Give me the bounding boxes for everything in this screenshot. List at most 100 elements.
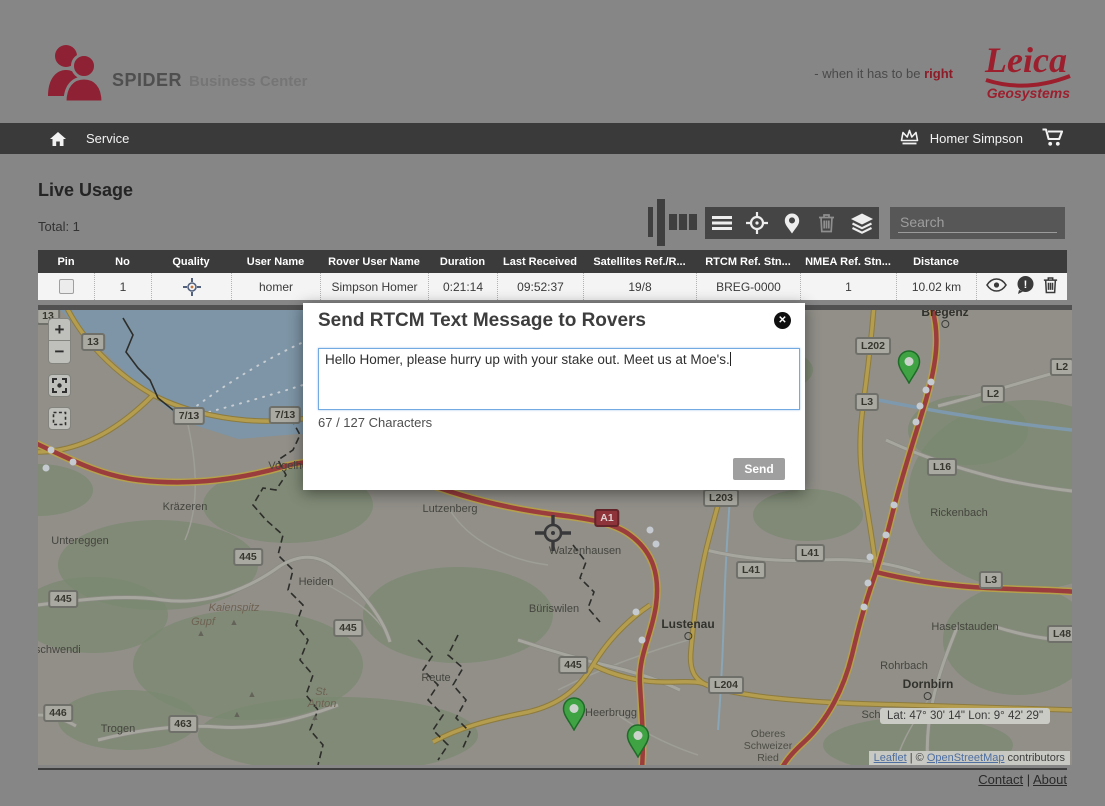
delete-icon[interactable]: [812, 210, 842, 236]
row-checkbox[interactable]: [59, 279, 74, 294]
cart-icon[interactable]: [1041, 127, 1065, 150]
location-pin-icon[interactable]: [777, 210, 807, 236]
road-badge: 445: [233, 548, 263, 566]
row-no: 1: [94, 273, 151, 300]
view-icon[interactable]: [986, 278, 1007, 295]
peak-icon: ▲: [248, 689, 257, 699]
tagline: - when it has to be right: [814, 66, 953, 81]
map-place-label: Trogen: [101, 723, 135, 735]
col-duration: Duration: [428, 250, 497, 273]
center-target-icon[interactable]: [742, 210, 772, 236]
map-place-label: Bregenz: [921, 306, 968, 328]
attribution-tail: contributors: [1004, 752, 1065, 764]
menu-icon[interactable]: [707, 210, 737, 236]
road-badge: 446: [43, 704, 73, 722]
message-input[interactable]: Hello Homer, please hurry up with your s…: [318, 348, 800, 410]
footer-divider: [38, 768, 1067, 770]
col-nmea-ref: NMEA Ref. Stn...: [800, 250, 896, 273]
col-pin: Pin: [38, 250, 94, 273]
live-usage-bars-icon[interactable]: [648, 199, 698, 251]
zoom-in-button[interactable]: +: [48, 318, 71, 341]
send-button[interactable]: Send: [733, 458, 785, 480]
map-place-label: Rohrbach: [880, 660, 928, 672]
map-place-label: Lutzenberg: [422, 503, 477, 515]
nav-item-service[interactable]: Service: [86, 131, 129, 146]
text-caret: [730, 352, 731, 366]
osm-link[interactable]: OpenStreetMap: [927, 752, 1005, 764]
road-badge: L3: [855, 393, 879, 411]
row-duration: 0:21:14: [428, 273, 497, 300]
row-last-received: 09:52:37: [497, 273, 583, 300]
footer-separator: |: [1027, 772, 1030, 787]
nav-bar: Service Homer Simpson: [0, 123, 1105, 154]
zoom-out-button[interactable]: −: [48, 341, 71, 364]
road-badge: L203: [703, 489, 739, 507]
road-badge: L41: [736, 561, 766, 579]
close-icon[interactable]: ✕: [774, 312, 791, 329]
layers-icon[interactable]: [847, 210, 877, 236]
brand-spider: SPIDER: [112, 70, 182, 91]
road-badge: A1: [594, 509, 619, 527]
map-place-label: Untereggen: [51, 535, 109, 547]
reference-station-icon[interactable]: [533, 513, 573, 558]
road-badge: L204: [708, 676, 744, 694]
modal-title: Send RTCM Text Message to Rovers: [318, 310, 646, 332]
brand-title: SPIDER Business Center: [112, 70, 307, 91]
home-icon[interactable]: [49, 131, 67, 147]
road-badge: 445: [333, 619, 363, 637]
brand-suffix: Business Center: [189, 73, 307, 90]
fullscreen-button[interactable]: [48, 374, 71, 397]
map-place-label: Reute: [421, 672, 450, 684]
map-controls: + −: [48, 318, 71, 430]
crown-icon: [899, 129, 920, 148]
map-place-label: Oberes Schweizer Ried: [744, 728, 792, 764]
col-satellites: Satellites Ref./R...: [583, 250, 696, 273]
row-user-name: homer: [231, 273, 320, 300]
message-icon[interactable]: !: [1016, 276, 1034, 297]
road-badge: L16: [927, 458, 957, 476]
row-rtcm-ref: BREG-0000: [696, 273, 800, 300]
map-place-label: Haselstauden: [931, 621, 998, 633]
road-badge: L2: [981, 385, 1005, 403]
peak-icon: ▲: [233, 709, 242, 719]
contact-link[interactable]: Contact: [978, 772, 1023, 787]
row-satellites: 19/8: [583, 273, 696, 300]
peak-icon: ▲: [311, 712, 320, 722]
about-link[interactable]: About: [1033, 772, 1067, 787]
footer-links: Contact | About: [978, 772, 1067, 787]
map-attribution: Leaflet | © OpenStreetMap contributors: [869, 751, 1070, 765]
tagline-highlight: right: [924, 66, 953, 81]
col-rtcm-ref: RTCM Ref. Stn...: [696, 250, 800, 273]
road-badge: 13: [81, 333, 105, 351]
map-place-label: St. Anton: [308, 686, 337, 710]
rover-marker-icon[interactable]: [626, 724, 650, 763]
rover-marker-icon[interactable]: [897, 350, 921, 389]
peak-icon: ▲: [230, 617, 239, 627]
table-row: 1 homer Simpson Homer 0:21:14 09:52:37 1…: [38, 273, 1067, 300]
total-count: Total: 1: [38, 219, 80, 234]
live-usage-table: Pin No Quality User Name Rover User Name…: [38, 250, 1067, 300]
map-place-label: Gupf: [191, 616, 215, 628]
row-rover-user-name: Simpson Homer: [320, 273, 428, 300]
col-last-received: Last Received: [497, 250, 583, 273]
col-rover-user-name: Rover User Name: [320, 250, 428, 273]
peak-icon: ▲: [197, 628, 206, 638]
box-select-button[interactable]: [48, 407, 71, 430]
tagline-prefix: - when it has to be: [814, 66, 924, 81]
map-place-label: Büriswilen: [529, 603, 579, 615]
map-place-label: rschwendi: [38, 644, 81, 656]
leaflet-link[interactable]: Leaflet: [874, 752, 907, 764]
rover-marker-icon[interactable]: [562, 697, 586, 736]
col-quality: Quality: [151, 250, 231, 273]
road-badge: 445: [48, 590, 78, 608]
quality-icon: [151, 273, 231, 300]
map-place-label: Kaienspitz: [209, 602, 260, 614]
road-badge: 7/13: [269, 406, 301, 424]
search-input[interactable]: [898, 210, 1057, 234]
position-readout: Lat: 47° 30' 14" Lon: 9° 42' 29": [880, 708, 1050, 724]
trash-icon[interactable]: [1043, 276, 1058, 297]
search-box: [890, 207, 1065, 239]
row-nmea-ref: 1: [800, 273, 896, 300]
nav-user-name[interactable]: Homer Simpson: [930, 131, 1023, 146]
road-badge: 445: [558, 656, 588, 674]
